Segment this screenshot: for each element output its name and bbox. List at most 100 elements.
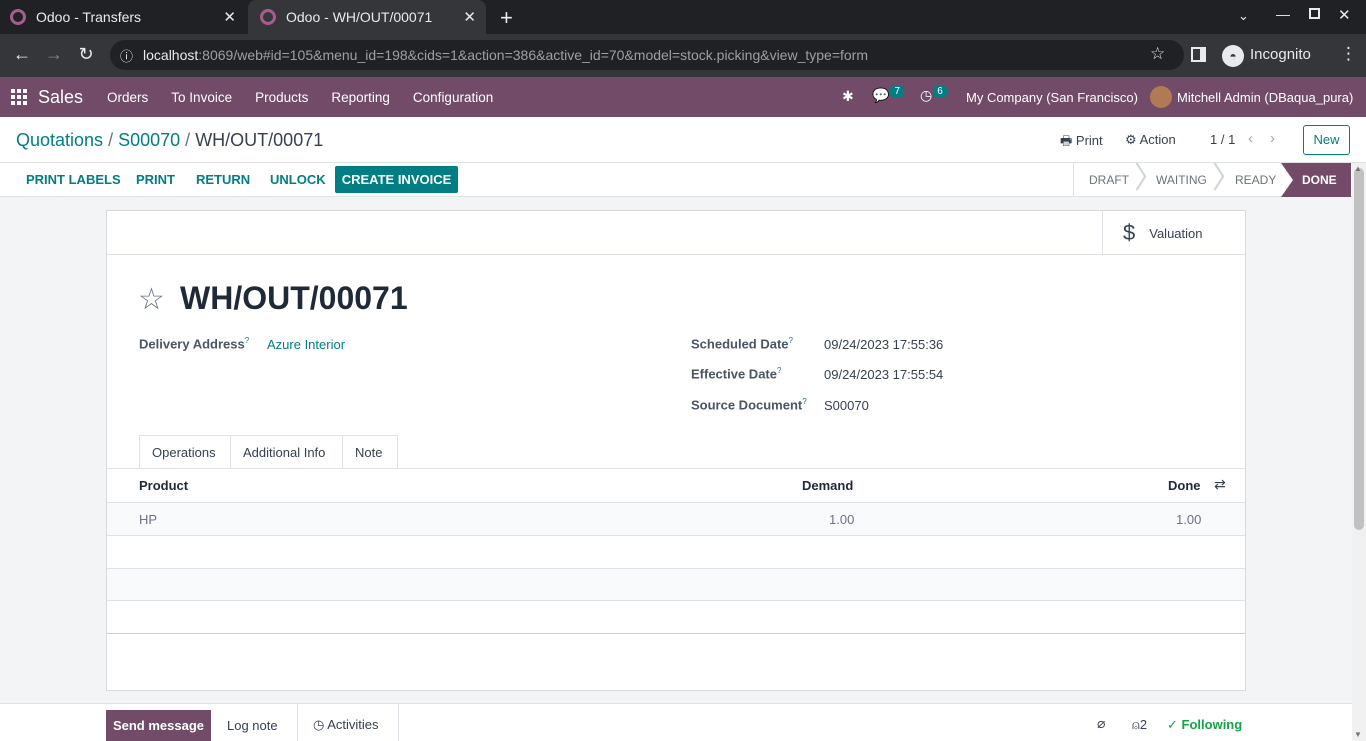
- close-tab-icon[interactable]: ✕: [463, 8, 476, 26]
- stage-waiting[interactable]: WAITING: [1156, 163, 1207, 197]
- line-done: 1.00: [1176, 512, 1202, 527]
- log-note-button[interactable]: Log note: [227, 718, 278, 733]
- optional-columns-toggle-icon[interactable]: ⇄: [1214, 476, 1226, 493]
- chatter-divider: [398, 703, 399, 741]
- breadcrumb-sale-order[interactable]: S00070: [118, 130, 180, 150]
- odoo-favicon-icon: [10, 9, 26, 25]
- new-button[interactable]: New: [1303, 125, 1350, 155]
- activities-clock-icon[interactable]: ◷ 6: [920, 86, 947, 104]
- unlock-button[interactable]: Unlock: [270, 163, 326, 197]
- stage-ready[interactable]: READY: [1235, 163, 1276, 197]
- empty-row: [107, 535, 1245, 568]
- print-labels-button[interactable]: Print Labels: [26, 163, 121, 197]
- activities-label: Activities: [327, 717, 379, 732]
- menu-to-invoice[interactable]: To Invoice: [171, 90, 232, 105]
- dollar-icon: $: [1123, 220, 1136, 245]
- stage-divider: [1073, 163, 1074, 197]
- column-product[interactable]: Product: [139, 478, 188, 493]
- source-document-label: Source Document?: [691, 397, 807, 413]
- app-name[interactable]: Sales: [38, 87, 83, 108]
- url-host: localhost: [143, 47, 199, 63]
- action-dropdown[interactable]: ⚙ Action: [1125, 132, 1176, 148]
- column-done[interactable]: Done: [1168, 478, 1201, 493]
- new-tab-icon[interactable]: +: [500, 5, 513, 31]
- minimize-icon[interactable]: —: [1276, 6, 1290, 22]
- browser-tab-title: Odoo - Transfers: [36, 9, 142, 25]
- bookmark-star-icon[interactable]: ☆: [1150, 44, 1165, 64]
- following-button[interactable]: ✓ Following: [1167, 717, 1242, 733]
- send-message-button[interactable]: Send message: [106, 710, 211, 741]
- check-icon: ✓: [1167, 717, 1178, 732]
- delivery-address-value[interactable]: Azure Interior: [267, 337, 345, 352]
- reload-icon[interactable]: ↻: [74, 44, 98, 65]
- activities-button[interactable]: ◷ Activities: [313, 717, 379, 733]
- address-bar[interactable]: ⓘ localhost:8069/web#id=105&menu_id=198&…: [110, 40, 1184, 70]
- close-tab-icon[interactable]: ✕: [223, 8, 236, 26]
- side-panel-icon[interactable]: [1191, 47, 1206, 62]
- source-document-value: S00070: [824, 398, 869, 413]
- browser-tab-title: Odoo - WH/OUT/00071: [286, 9, 433, 25]
- action-dropdown-label: Action: [1139, 132, 1176, 147]
- priority-star-icon[interactable]: ☆: [138, 282, 165, 317]
- valuation-button[interactable]: $ Valuation: [1102, 211, 1245, 255]
- odoo-favicon-icon: [260, 9, 276, 25]
- forward-icon[interactable]: →: [42, 44, 66, 65]
- user-menu[interactable]: Mitchell Admin (DBaqua_pura): [1177, 90, 1353, 105]
- browser-tab-transfers[interactable]: Odoo - Transfers ✕: [8, 0, 246, 34]
- gear-icon: ⚙: [1125, 132, 1137, 147]
- scroll-down-icon[interactable]: ▼: [1354, 730, 1362, 739]
- printer-icon: 🖶: [1060, 133, 1073, 148]
- print-dropdown[interactable]: 🖶 Print: [1060, 132, 1103, 154]
- close-window-icon[interactable]: ✕: [1338, 6, 1351, 24]
- breadcrumb: Quotations / S00070 / WH/OUT/00071: [16, 130, 324, 150]
- user-icon: ⍝: [1132, 717, 1140, 732]
- column-demand[interactable]: Demand: [802, 478, 853, 493]
- line-demand: 1.00: [829, 512, 855, 527]
- record-name: WH/OUT/00071: [180, 280, 408, 316]
- back-icon[interactable]: ←: [10, 44, 34, 65]
- company-switcher[interactable]: My Company (San Francisco): [966, 90, 1138, 105]
- menu-configuration[interactable]: Configuration: [413, 90, 493, 105]
- browser-tab-picking[interactable]: Odoo - WH/OUT/00071 ✕: [248, 0, 486, 34]
- app-switcher-icon[interactable]: [11, 89, 27, 105]
- followers-count: 2: [1139, 717, 1148, 732]
- print-dropdown-label: Print: [1075, 133, 1103, 148]
- tab-additional-info[interactable]: Additional Info: [230, 435, 343, 469]
- pager-previous-icon[interactable]: ‹: [1248, 130, 1253, 147]
- site-info-icon[interactable]: ⓘ: [120, 46, 133, 65]
- delivery-address-label: Delivery Address?: [139, 336, 250, 352]
- activities-count-badge: 6: [933, 86, 947, 97]
- print-button[interactable]: Print: [136, 163, 175, 197]
- maximize-icon[interactable]: [1309, 8, 1320, 19]
- create-invoice-button[interactable]: Create Invoice: [335, 166, 458, 193]
- return-button[interactable]: Return: [196, 163, 250, 197]
- scrollbar-thumb[interactable]: [1354, 168, 1364, 530]
- effective-date-label: Effective Date?: [691, 366, 782, 382]
- scroll-up-icon[interactable]: ▲: [1354, 164, 1362, 173]
- empty-row: [107, 600, 1245, 633]
- menu-reporting[interactable]: Reporting: [331, 90, 390, 105]
- scheduled-date-value: 09/24/2023 17:55:36: [824, 337, 944, 352]
- url-path: :8069/web#id=105&menu_id=198&cids=1&acti…: [198, 47, 869, 63]
- pager-value[interactable]: 1 / 1: [1210, 132, 1235, 147]
- tab-operations[interactable]: Operations: [139, 435, 231, 469]
- stage-draft[interactable]: DRAFT: [1089, 163, 1129, 197]
- browser-menu-icon[interactable]: ⋮: [1340, 44, 1357, 64]
- line-product: HP: [139, 512, 158, 527]
- debug-bug-icon[interactable]: ✱: [842, 88, 854, 105]
- paperclip-icon[interactable]: ⌀: [1097, 715, 1105, 732]
- followers-button[interactable]: ⍝2: [1132, 717, 1147, 733]
- breadcrumb-quotations[interactable]: Quotations: [16, 130, 103, 150]
- tab-note[interactable]: Note: [342, 435, 398, 469]
- clock-icon: ◷: [313, 717, 325, 732]
- scheduled-date-label: Scheduled Date?: [691, 336, 793, 352]
- user-avatar[interactable]: [1150, 86, 1172, 108]
- messages-icon[interactable]: 💬 7: [872, 86, 904, 104]
- menu-orders[interactable]: Orders: [107, 90, 148, 105]
- menu-products[interactable]: Products: [255, 90, 308, 105]
- table-row[interactable]: [107, 502, 1245, 535]
- incognito-icon: ◓: [1222, 45, 1244, 67]
- tab-search-chevron-icon[interactable]: ⌄: [1238, 8, 1249, 24]
- incognito-label[interactable]: Incognito: [1250, 46, 1311, 63]
- pager-next-icon[interactable]: ›: [1270, 130, 1275, 147]
